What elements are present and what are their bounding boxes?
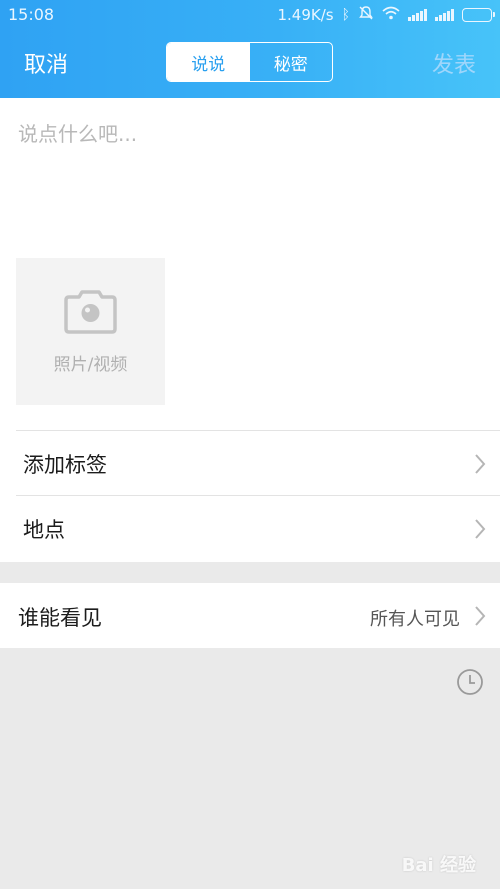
- status-time: 15:08: [8, 5, 55, 24]
- add-photo-video-button[interactable]: 照片/视频: [16, 258, 165, 405]
- battery-icon: [462, 8, 495, 22]
- chevron-right-icon: [475, 519, 486, 539]
- wifi-icon: [382, 6, 400, 24]
- signal-icon: [435, 9, 454, 21]
- photo-video-label: 照片/视频: [53, 355, 128, 375]
- cancel-button[interactable]: 取消: [24, 47, 68, 79]
- chevron-right-icon: [475, 606, 486, 626]
- location-label: 地点: [23, 517, 65, 542]
- visibility-row[interactable]: 谁能看见 所有人可见: [0, 583, 500, 648]
- network-speed: 1.49K/s: [277, 6, 334, 24]
- post-type-toggle: 说说 秘密: [166, 42, 333, 82]
- publish-button[interactable]: 发表: [432, 47, 476, 79]
- chevron-right-icon: [475, 454, 486, 474]
- location-row[interactable]: 地点: [16, 496, 500, 561]
- signal-4g-icon: [408, 9, 427, 21]
- bluetooth-icon: ᛒ: [341, 7, 350, 23]
- compose-area: 说点什么吧... 照片/视频 添加标签 地点: [0, 98, 500, 562]
- add-tag-label: 添加标签: [23, 452, 107, 477]
- watermark: Bai 经验: [401, 855, 476, 876]
- tab-shuoshuo[interactable]: 说说: [167, 43, 250, 81]
- visibility-value: 所有人可见: [370, 609, 460, 630]
- header-bar: 15:08 1.49K/s ᛒ 取消 说说 秘密 发表: [0, 0, 500, 98]
- mute-bell-icon: [358, 5, 374, 25]
- tab-secret[interactable]: 秘密: [250, 43, 333, 81]
- status-bar: 15:08 1.49K/s ᛒ: [0, 0, 500, 30]
- clock-icon[interactable]: [456, 668, 484, 696]
- visibility-label: 谁能看见: [18, 606, 102, 630]
- camera-icon: [64, 290, 117, 334]
- add-tag-row[interactable]: 添加标签: [16, 431, 500, 496]
- post-text-input[interactable]: 说点什么吧...: [18, 118, 482, 238]
- status-icons: 1.49K/s ᛒ: [277, 5, 495, 25]
